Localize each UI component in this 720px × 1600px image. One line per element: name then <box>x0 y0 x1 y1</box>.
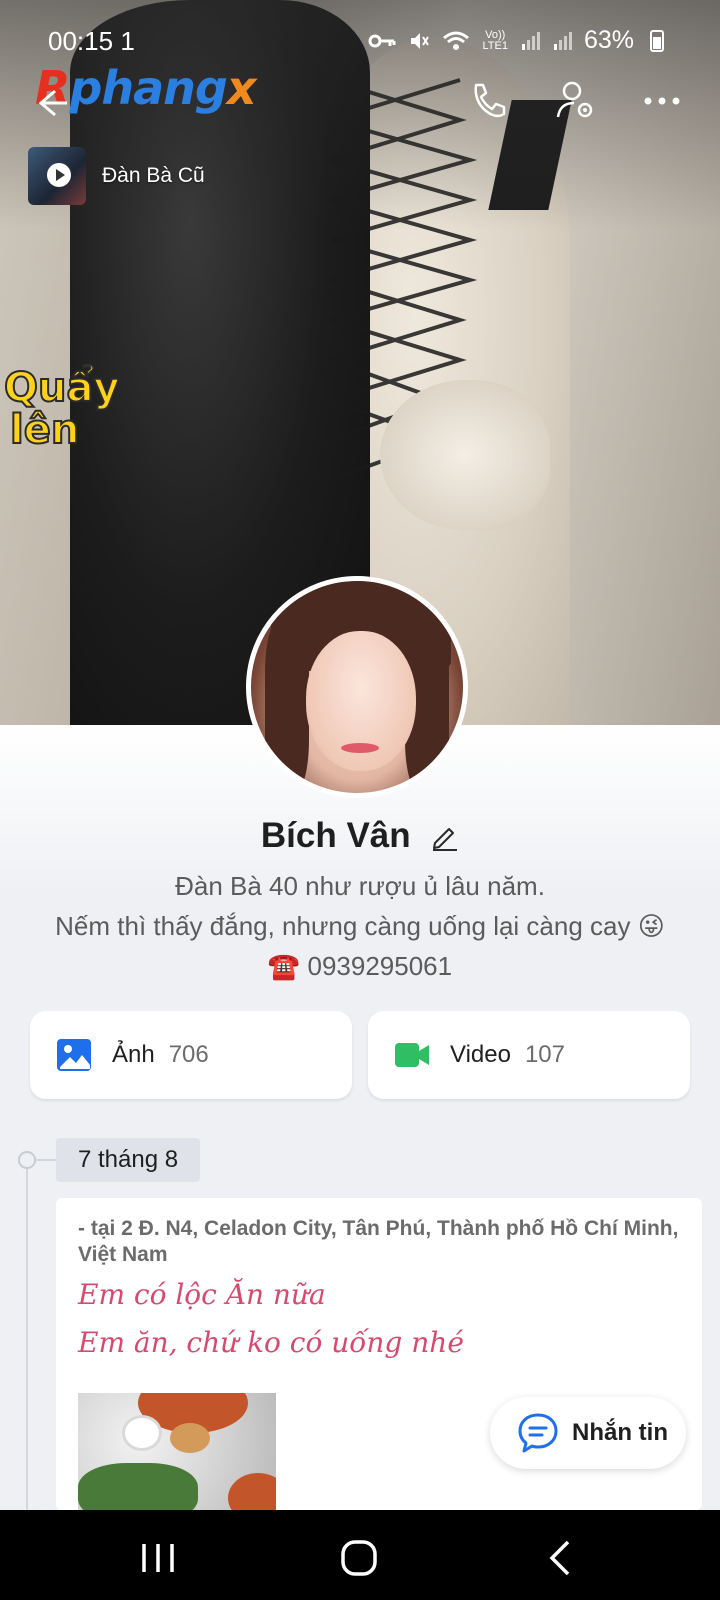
wifi-icon <box>443 31 470 50</box>
timeline-connector <box>36 1159 56 1161</box>
call-button[interactable] <box>466 79 510 123</box>
videos-button[interactable]: Video 107 <box>368 1011 690 1099</box>
back-arrow-icon[interactable] <box>35 85 71 121</box>
message-label: Nhắn tin <box>572 1419 668 1446</box>
videos-count: 107 <box>524 1041 565 1068</box>
more-options-button[interactable] <box>640 79 684 123</box>
sticker-line1: Quẩy <box>3 365 121 411</box>
video-icon <box>395 1043 429 1067</box>
photos-button[interactable]: Ảnh 706 <box>30 1011 352 1099</box>
play-icon <box>47 163 71 187</box>
more-dots-icon <box>644 97 680 105</box>
recent-apps-icon[interactable] <box>136 1538 180 1578</box>
photo-icon <box>57 1039 91 1071</box>
post-text-line2: Em ăn, chứ ko có uống nhé <box>78 1326 464 1359</box>
chat-bubble-icon <box>518 1413 558 1453</box>
bio-line2: Nếm thì thấy đắng, nhưng càng uống lại c… <box>55 911 665 941</box>
videos-label: Video <box>450 1041 511 1068</box>
post-photo[interactable] <box>78 1393 276 1510</box>
system-back-icon[interactable] <box>540 1538 584 1578</box>
message-button[interactable]: Nhắn tin <box>490 1397 686 1469</box>
profile-header: Rphangx <box>0 61 720 135</box>
quay-len-sticker: Quẩy lên <box>0 365 121 455</box>
cover-hand <box>380 380 550 530</box>
timeline-date: 7 tháng 8 <box>56 1138 201 1182</box>
profile-name: Bích Vân <box>260 816 411 855</box>
timeline-line <box>26 1160 28 1520</box>
timeline-dot <box>18 1151 36 1169</box>
home-icon[interactable] <box>338 1538 382 1578</box>
vpn-key-icon <box>368 34 396 47</box>
phone-icon <box>474 83 506 118</box>
profile-music[interactable]: Đàn Bà Cũ <box>28 147 205 205</box>
status-icons: Vo)) LTE1 63% <box>368 26 664 55</box>
battery-icon <box>650 29 664 52</box>
photos-label: Ảnh <box>112 1041 155 1068</box>
signal-icon-1 <box>521 31 540 50</box>
user-settings-icon <box>556 81 593 118</box>
music-thumbnail <box>28 147 86 205</box>
music-title: Đàn Bà Cũ <box>102 164 205 187</box>
profile-name-row: Bích Vân <box>0 816 720 856</box>
signal-icon-2 <box>553 31 572 50</box>
post-location[interactable]: - tại 2 Đ. N4, Celadon City, Tân Phú, Th… <box>78 1216 688 1268</box>
sticker-line2: lên <box>9 407 80 453</box>
photos-count: 706 <box>168 1041 209 1068</box>
edit-pencil-icon[interactable] <box>429 821 459 851</box>
system-nav-bar <box>0 1510 720 1600</box>
status-bar: 00:15 1 Vo)) LTE1 63% <box>0 20 720 60</box>
battery-percent: 63% <box>583 26 634 54</box>
profile-settings-button[interactable] <box>554 79 598 123</box>
avatar[interactable] <box>246 576 468 798</box>
bio-line3: ☎️ 0939295061 <box>267 951 453 981</box>
status-time: 00:15 1 <box>48 26 135 56</box>
post-text-line1: Em có lộc Ăn nữa <box>78 1278 326 1311</box>
mute-icon <box>411 32 430 49</box>
volte-icon: Vo)) LTE1 <box>482 28 508 52</box>
profile-bio: Đàn Bà 40 như rượu ủ lâu năm. Nếm thì th… <box>0 866 720 986</box>
bio-line1: Đàn Bà 40 như rượu ủ lâu năm. <box>175 871 545 901</box>
